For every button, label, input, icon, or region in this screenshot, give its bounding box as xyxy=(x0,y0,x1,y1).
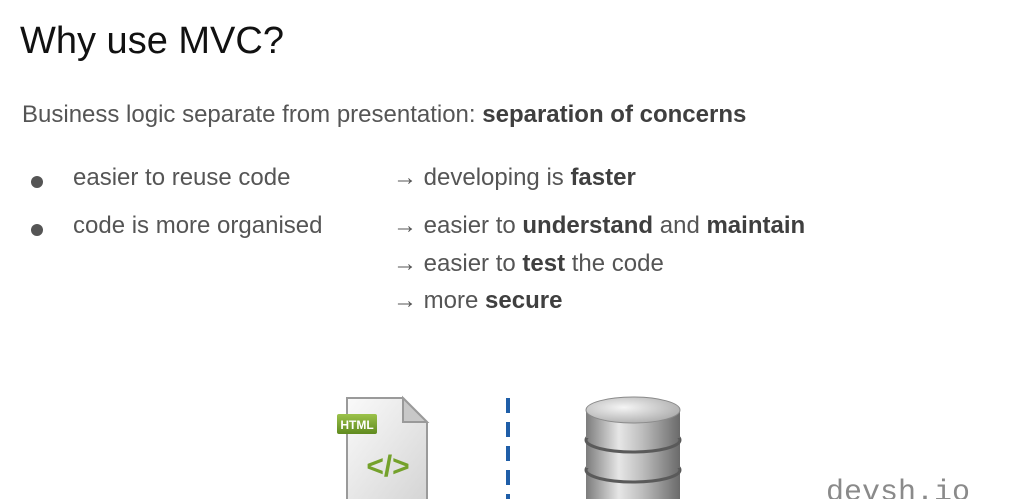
point-bold: secure xyxy=(485,287,563,314)
database-icon xyxy=(584,396,682,499)
point-text: and xyxy=(653,212,707,239)
point-bold: faster xyxy=(570,164,636,191)
bullet-dot-2 xyxy=(31,224,43,236)
slide-title: Why use MVC? xyxy=(20,20,284,62)
bullet-label-1: easier to reuse code xyxy=(73,164,291,191)
point-text: easier to xyxy=(423,212,523,239)
intro-bold: separation of concerns xyxy=(482,101,747,128)
bullet-point-2-3: → more secure xyxy=(393,287,562,315)
html-badge-text: HTML xyxy=(340,418,373,432)
point-bold: understand xyxy=(522,212,654,239)
watermark-text: devsh.io xyxy=(826,476,971,499)
point-bold: test xyxy=(522,250,566,277)
html-code-symbol: </> xyxy=(366,450,409,483)
bullet-point-2-1: → easier to understand and maintain xyxy=(393,212,805,240)
intro-line: Business logic separate from presentatio… xyxy=(22,101,746,129)
bullet-dot-1 xyxy=(31,176,43,188)
dashed-divider xyxy=(506,398,510,499)
bullet-label-2: code is more organised xyxy=(73,212,323,239)
bullet-point-1-1: → developing is faster xyxy=(393,164,636,192)
arrow: → xyxy=(393,250,417,277)
intro-text: Business logic separate from presentatio… xyxy=(22,101,483,128)
point-text: developing is xyxy=(423,164,571,191)
point-text: easier to xyxy=(423,250,523,277)
point-bold: maintain xyxy=(706,212,806,239)
html-file-icon: HTML </> xyxy=(337,395,430,499)
arrow: → xyxy=(393,212,417,239)
arrow: → xyxy=(393,164,417,191)
point-text: more xyxy=(423,287,486,314)
point-text: the code xyxy=(565,250,664,277)
bullet-point-2-2: → easier to test the code xyxy=(393,250,664,278)
arrow: → xyxy=(393,287,417,314)
slide: Why use MVC? Business logic separate fro… xyxy=(0,0,1014,499)
